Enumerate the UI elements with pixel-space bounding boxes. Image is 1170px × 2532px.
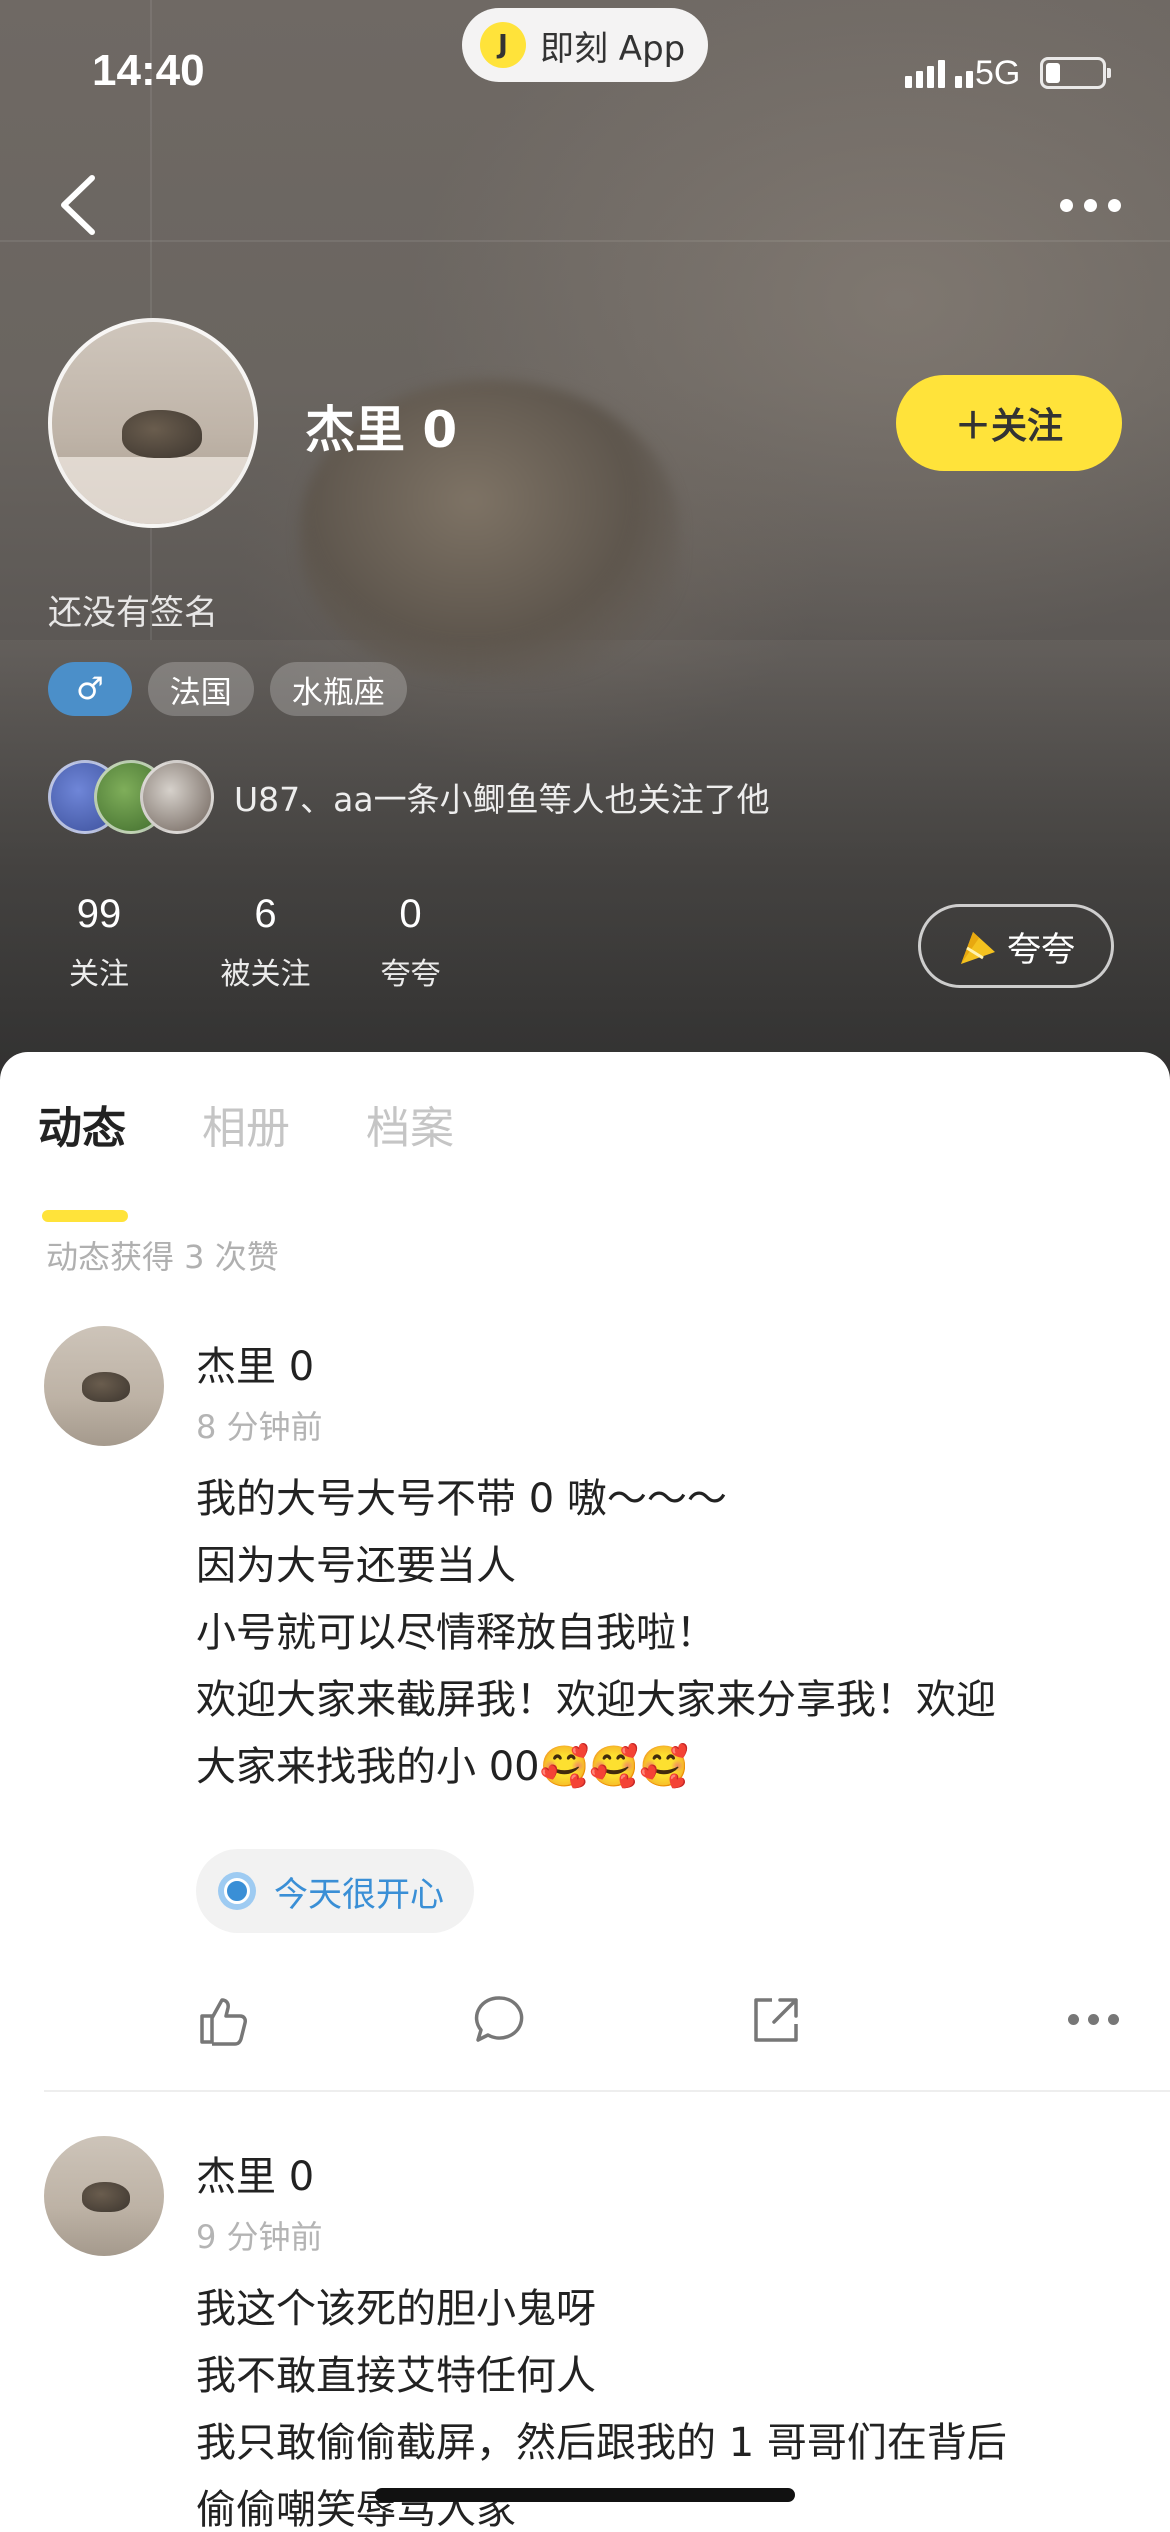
- content-sheet: 动态 相册 档案 动态获得 3 次赞 杰里 0 8 分钟前 我的大号大号不带 0…: [0, 1052, 1170, 2532]
- tab-posts[interactable]: 动态: [38, 1092, 128, 1222]
- battery-icon: [1040, 57, 1111, 89]
- status-time: 14:40: [92, 46, 205, 95]
- profile-avatar[interactable]: [48, 318, 258, 528]
- post-text-line: 大家来找我的小 00🥰🥰🥰: [196, 1744, 690, 1790]
- stat-value: 6: [254, 892, 277, 936]
- more-horizontal-icon: [1059, 198, 1073, 212]
- share-icon: [754, 1998, 798, 2042]
- post-text-line: 我的大号大号不带 0 嗷～～～: [196, 1476, 727, 1522]
- post-text-line: 小号就可以尽情释放自我啦！: [196, 1610, 716, 1656]
- topic-chip[interactable]: 今天很开心: [196, 1849, 474, 1933]
- stat-label: 关注: [69, 957, 129, 992]
- praise-label: 夸夸: [1007, 929, 1075, 970]
- post-time: 8 分钟前: [196, 1408, 323, 1446]
- app-pill-label: 即刻 App: [540, 28, 686, 69]
- follow-button[interactable]: ＋关注: [896, 375, 1122, 471]
- post-author-name[interactable]: 杰里 0: [196, 1334, 314, 1392]
- gender-tag: ♂: [48, 662, 132, 716]
- back-button[interactable]: [52, 170, 112, 240]
- mutual-avatar: [140, 760, 214, 834]
- comment-icon: [474, 1996, 524, 2042]
- stat-followers[interactable]: 6 被关注: [193, 892, 338, 993]
- chevron-left-icon: [61, 175, 95, 235]
- profile-stats: 99 关注 6 被关注 0 夸夸: [48, 892, 483, 993]
- post-text-line: 因为大号还要当人: [196, 1543, 516, 1589]
- stat-praise[interactable]: 0 夸夸: [338, 892, 483, 993]
- more-horizontal-icon: [1068, 2014, 1079, 2025]
- post-text-line: 我这个该死的胆小鬼呀: [196, 2286, 596, 2332]
- signal-icon: [905, 60, 973, 88]
- post-text-line: 我只敢偷偷截屏，然后跟我的 1 哥哥们在背后: [196, 2420, 1007, 2466]
- thumbs-up-icon: [200, 1998, 247, 2046]
- post-content: 我的大号大号不带 0 嗷～～～ 因为大号还要当人 小号就可以尽情释放自我啦！ 欢…: [196, 1466, 1136, 1801]
- cover-decor: [0, 240, 1170, 242]
- post-text-line: 欢迎大家来截屏我！欢迎大家来分享我！欢迎: [196, 1677, 996, 1723]
- post-time: 9 分钟前: [196, 2218, 323, 2256]
- location-tag: 法国: [147, 662, 254, 716]
- topic-icon: [218, 1872, 256, 1910]
- mutual-followers[interactable]: U87、aa一条小鲫鱼等人也关注了他: [48, 760, 770, 834]
- topic-label: 今天很开心: [274, 1874, 444, 1915]
- post-author-avatar[interactable]: [44, 1326, 164, 1446]
- zodiac-tag: 水瓶座: [269, 662, 407, 716]
- post-author-avatar[interactable]: [44, 2136, 164, 2256]
- party-horn-icon: [961, 932, 995, 964]
- post-card[interactable]: 杰里 0 8 分钟前 我的大号大号不带 0 嗷～～～ 因为大号还要当人 小号就可…: [0, 1326, 1170, 1886]
- post-divider: [44, 2090, 1170, 2092]
- return-to-app-pill[interactable]: J 即刻 App: [462, 8, 708, 82]
- tab-profile[interactable]: 档案: [366, 1092, 454, 1156]
- profile-tags: ♂ 法国 水瓶座: [48, 662, 407, 716]
- likes-summary: 动态获得 3 次赞: [46, 1238, 279, 1276]
- stat-label: 被关注: [220, 957, 311, 992]
- profile-cover: 14:40 J 即刻 App 5G 杰里 0 ＋关注 还没有签名 ♂ 法国 水瓶…: [0, 0, 1170, 1090]
- praise-button[interactable]: 夸夸: [918, 904, 1114, 988]
- stat-label: 夸夸: [380, 957, 441, 992]
- post-more-button[interactable]: [1068, 2014, 1119, 2025]
- comment-button[interactable]: [472, 1992, 528, 2052]
- tab-album[interactable]: 相册: [202, 1092, 290, 1156]
- app-logo-icon: J: [480, 22, 526, 68]
- home-indicator[interactable]: [375, 2488, 795, 2502]
- stat-value: 0: [399, 892, 422, 936]
- profile-name: 杰里 0: [305, 401, 458, 459]
- post-actions: [0, 1992, 1170, 2062]
- mutual-followers-text: U87、aa一条小鲫鱼等人也关注了他: [234, 780, 770, 819]
- profile-page: 14:40 J 即刻 App 5G 杰里 0 ＋关注 还没有签名 ♂ 法国 水瓶…: [0, 0, 1170, 2532]
- share-button[interactable]: [748, 1992, 804, 2052]
- post-author-name[interactable]: 杰里 0: [196, 2144, 314, 2202]
- post-text-line: 我不敢直接艾特任何人: [196, 2353, 596, 2399]
- stat-value: 99: [76, 892, 122, 936]
- profile-signature: 还没有签名: [48, 593, 218, 633]
- network-label: 5G: [975, 54, 1021, 92]
- stat-following[interactable]: 99 关注: [48, 892, 150, 993]
- more-button[interactable]: [1050, 185, 1130, 225]
- profile-tabs: 动态 相册 档案: [38, 1092, 454, 1222]
- post-card[interactable]: 杰里 0 9 分钟前 我这个该死的胆小鬼呀 我不敢直接艾特任何人 我只敢偷偷截屏…: [0, 2136, 1170, 2532]
- post-text-line: 偷偷嘲笑辱骂人家: [196, 2487, 516, 2532]
- like-button[interactable]: [196, 1992, 252, 2052]
